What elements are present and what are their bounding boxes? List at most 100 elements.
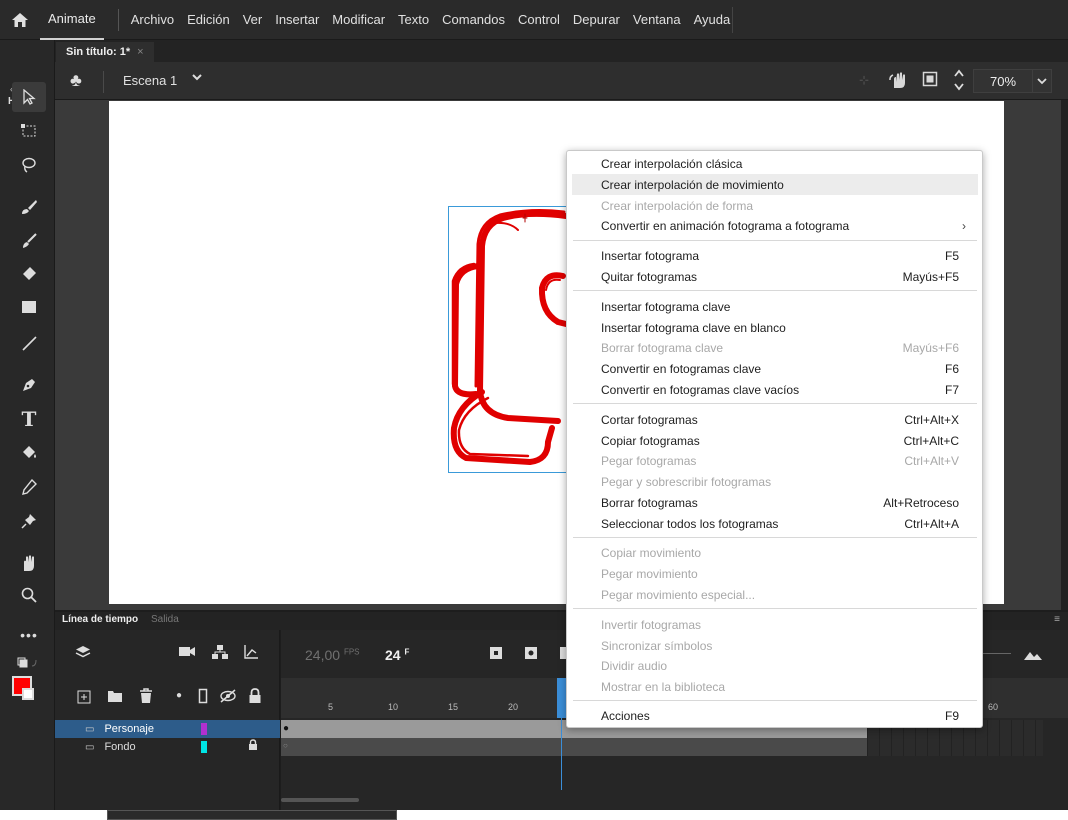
layer-row[interactable]: ▭ Personaje	[55, 720, 280, 738]
folder-icon[interactable]	[107, 689, 123, 707]
lasso-tool-icon[interactable]	[12, 150, 46, 180]
zoom-slider[interactable]	[981, 653, 1011, 654]
zoom-tool-icon[interactable]	[12, 580, 46, 610]
stroke-color-swatch[interactable]	[12, 676, 38, 704]
menu-bar: Animate Archivo Edición Ver Insertar Mod…	[0, 0, 1068, 40]
menu-item-insertar-fotograma[interactable]: Insertar fotograma F5	[572, 245, 978, 266]
frames-row-fondo[interactable]: ○	[281, 738, 867, 756]
eyedropper-tool-icon[interactable]	[12, 472, 46, 502]
camera-icon[interactable]	[178, 644, 196, 662]
ruler-label: 5	[328, 702, 334, 712]
hide-all-icon[interactable]	[219, 688, 237, 708]
first-frame-icon[interactable]	[489, 646, 503, 664]
scene-club-icon[interactable]: ♣	[70, 70, 82, 91]
menu-control[interactable]: Control	[518, 12, 560, 27]
zoom-input[interactable]: 70%	[973, 69, 1033, 93]
menu-separator	[573, 608, 977, 609]
layer-icon: ▭	[85, 723, 95, 735]
menu-modificar[interactable]: Modificar	[332, 12, 385, 27]
layer-name: Fondo	[104, 741, 136, 753]
chevron-down-icon[interactable]	[191, 71, 203, 86]
layers-stack-icon[interactable]	[75, 644, 91, 664]
submenu-arrow-icon: ›	[962, 218, 966, 233]
menu-item-acciones[interactable]: Acciones F9	[572, 705, 978, 726]
outline-icon[interactable]	[198, 688, 208, 708]
swap-colors-icon[interactable]	[12, 648, 46, 678]
menu-item-borrar-fotogramas[interactable]: Borrar fotogramas Alt+Retroceso	[572, 492, 978, 513]
tab-timeline[interactable]: Línea de tiempo	[62, 614, 138, 625]
tab-output[interactable]: Salida	[151, 614, 179, 625]
lock-all-icon[interactable]	[248, 688, 262, 708]
menu-item-seleccionar-todos[interactable]: Seleccionar todos los fotogramas Ctrl+Alt…	[572, 513, 978, 534]
fps-display[interactable]: 24,00 FPS	[305, 647, 360, 663]
rectangle-tool-icon[interactable]	[12, 292, 46, 322]
zoom-stepper-icon[interactable]	[953, 67, 965, 98]
layer-icon: ▭	[85, 741, 95, 753]
layer-name: Personaje	[104, 723, 154, 735]
menu-item-quitar-fotogramas[interactable]: Quitar fotogramas Mayús+F5	[572, 266, 978, 287]
menu-item-cortar-fotogramas[interactable]: Cortar fotogramas Ctrl+Alt+X	[572, 409, 978, 430]
menu-item-insertar-fotograma-clave-blanco[interactable]: Insertar fotograma clave en blanco	[572, 317, 978, 338]
menu-separator	[573, 240, 977, 241]
menu-edicion[interactable]: Edición	[187, 12, 230, 27]
text-tool-icon[interactable]: T	[12, 404, 46, 434]
paint-bucket-tool-icon[interactable]	[12, 438, 46, 468]
step-back-icon[interactable]	[524, 646, 538, 664]
parenting-icon[interactable]	[211, 644, 229, 664]
paint-brush-tool-icon[interactable]	[12, 192, 46, 222]
menu-comandos[interactable]: Comandos	[442, 12, 505, 27]
menu-item-invertir-fotogramas: Invertir fotogramas	[601, 617, 702, 632]
menu-insertar[interactable]: Insertar	[275, 12, 319, 27]
document-tab[interactable]: Sin título: 1* ×	[56, 42, 154, 62]
close-icon[interactable]: ×	[137, 46, 143, 58]
layer-row[interactable]: ▭ Fondo	[55, 738, 280, 756]
menu-ventana[interactable]: Ventana	[633, 12, 681, 27]
menu-depurar[interactable]: Depurar	[573, 12, 620, 27]
ruler-label: 60	[988, 702, 999, 712]
menu-item-copiar-fotogramas[interactable]: Copiar fotogramas Ctrl+Alt+C	[572, 430, 978, 451]
menu-item-insertar-fotograma-clave[interactable]: Insertar fotograma clave	[572, 296, 978, 317]
menu-ver[interactable]: Ver	[243, 12, 263, 27]
snap-icon[interactable]: ⊹	[859, 73, 869, 87]
menu-archivo[interactable]: Archivo	[131, 12, 174, 27]
clip-content-icon[interactable]	[922, 71, 938, 92]
highlight-dot-icon[interactable]: ●	[176, 690, 182, 701]
trash-icon[interactable]	[139, 688, 153, 708]
panel-menu-icon[interactable]: ≡	[1054, 614, 1060, 625]
menu-end-divider	[732, 7, 733, 33]
scene-bar: ♣ Escena 1 ⊹ 70%	[55, 62, 1068, 100]
eraser-tool-icon[interactable]	[12, 258, 46, 288]
current-frame[interactable]: 24 F	[385, 647, 409, 663]
pen-tool-icon[interactable]	[12, 370, 46, 400]
menu-item-convertir-fotogramas-clave[interactable]: Convertir en fotogramas clave F6	[572, 358, 978, 379]
keyframe-empty[interactable]: ○	[283, 741, 288, 750]
menu-item-crear-interpolacion-movimiento[interactable]: Crear interpolación de movimiento	[572, 174, 978, 195]
layer-color-swatch[interactable]	[201, 723, 207, 735]
line-tool-icon[interactable]	[12, 328, 46, 358]
menu-texto[interactable]: Texto	[398, 12, 429, 27]
timeline-scrollbar[interactable]	[281, 798, 359, 802]
more-tools-icon[interactable]: •••	[12, 620, 46, 650]
app-name-tab[interactable]: Animate	[40, 0, 104, 40]
home-icon[interactable]	[0, 0, 40, 40]
layer-color-swatch[interactable]	[201, 741, 207, 753]
pin-tool-icon[interactable]	[12, 506, 46, 536]
brush-tool-icon[interactable]	[12, 226, 46, 256]
scene-name[interactable]: Escena 1	[123, 73, 177, 88]
menu-separator	[573, 537, 977, 538]
rotate-stage-icon[interactable]	[889, 71, 909, 94]
menu-item-convertir-animacion[interactable]: Convertir en animación fotograma a fotog…	[572, 215, 978, 236]
ruler-label: 15	[448, 702, 459, 712]
free-transform-tool-icon[interactable]	[12, 116, 46, 146]
lock-icon[interactable]	[248, 739, 258, 754]
add-layer-icon[interactable]	[77, 690, 91, 708]
menu-item-crear-interpolacion-clasica[interactable]: Crear interpolación clásica	[572, 153, 978, 174]
zoom-mountain-icon[interactable]	[1023, 648, 1043, 665]
menu-item-convertir-fotogramas-clave-vacios[interactable]: Convertir en fotogramas clave vacíos F7	[572, 379, 978, 400]
selection-tool-icon[interactable]	[12, 82, 46, 112]
keyframe-dot[interactable]: ●	[283, 723, 289, 734]
zoom-dropdown-icon[interactable]	[1032, 69, 1052, 93]
menu-ayuda[interactable]: Ayuda	[694, 12, 731, 27]
hand-tool-icon[interactable]	[12, 548, 46, 578]
graph-icon[interactable]	[243, 644, 259, 664]
